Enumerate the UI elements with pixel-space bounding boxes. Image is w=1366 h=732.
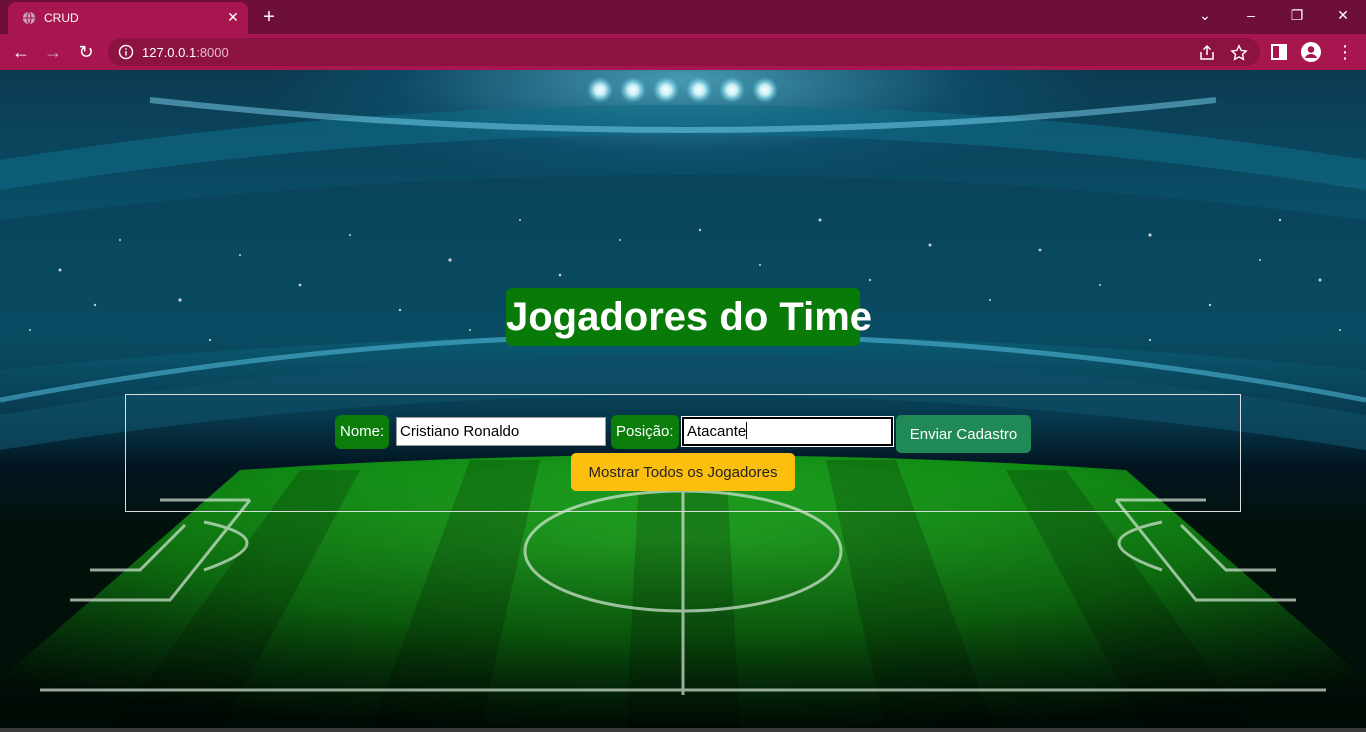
close-window-button[interactable]: ✕ <box>1330 4 1356 26</box>
share-icon[interactable] <box>1198 44 1216 62</box>
posicao-input[interactable]: Atacante <box>681 416 894 447</box>
tab-strip: CRUD ✕ + ⌄ – ❐ ✕ <box>0 0 1366 34</box>
globe-icon <box>22 11 36 25</box>
reload-icon[interactable]: ↻ <box>73 39 99 65</box>
close-tab-icon[interactable]: ✕ <box>224 8 242 26</box>
mostrar-todos-button[interactable]: Mostrar Todos os Jogadores <box>571 453 795 491</box>
player-form: Nome: Posição: Atacante Enviar Cadastro … <box>125 394 1241 512</box>
url-text: 127.0.0.1:8000 <box>142 45 229 60</box>
address-bar[interactable]: 127.0.0.1:8000 <box>108 38 1260 66</box>
restore-button[interactable]: ❐ <box>1284 4 1310 26</box>
nome-label: Nome: <box>335 415 390 449</box>
new-tab-button[interactable]: + <box>258 6 280 28</box>
site-info-icon[interactable] <box>118 44 134 60</box>
back-icon[interactable]: ← <box>8 39 34 65</box>
tab-title: CRUD <box>44 11 79 25</box>
posicao-label: Posição: <box>611 415 679 449</box>
menu-kebab-icon[interactable]: ⋮ <box>1332 39 1358 65</box>
profile-avatar-icon[interactable] <box>1300 41 1322 63</box>
page-title: Jogadores do Time <box>506 288 872 346</box>
forward-icon[interactable]: → <box>40 39 66 65</box>
minimize-button[interactable]: – <box>1238 4 1264 26</box>
browser-tab[interactable]: CRUD ✕ <box>8 2 248 34</box>
horizontal-scrollbar[interactable] <box>0 728 1366 732</box>
bookmark-star-icon[interactable] <box>1230 44 1248 62</box>
text-caret <box>746 422 748 439</box>
enviar-cadastro-button[interactable]: Enviar Cadastro <box>896 415 1031 453</box>
posicao-input-value: Atacante <box>687 423 747 440</box>
browser-toolbar: ← → ↻ 127.0.0.1:8000 ⋮ <box>0 34 1366 70</box>
page-viewport: Jogadores do Time Nome: Posição: Atacant… <box>0 70 1366 732</box>
nome-input[interactable] <box>396 417 606 446</box>
tab-search-icon[interactable]: ⌄ <box>1192 4 1218 26</box>
side-panel-icon[interactable] <box>1268 41 1290 63</box>
